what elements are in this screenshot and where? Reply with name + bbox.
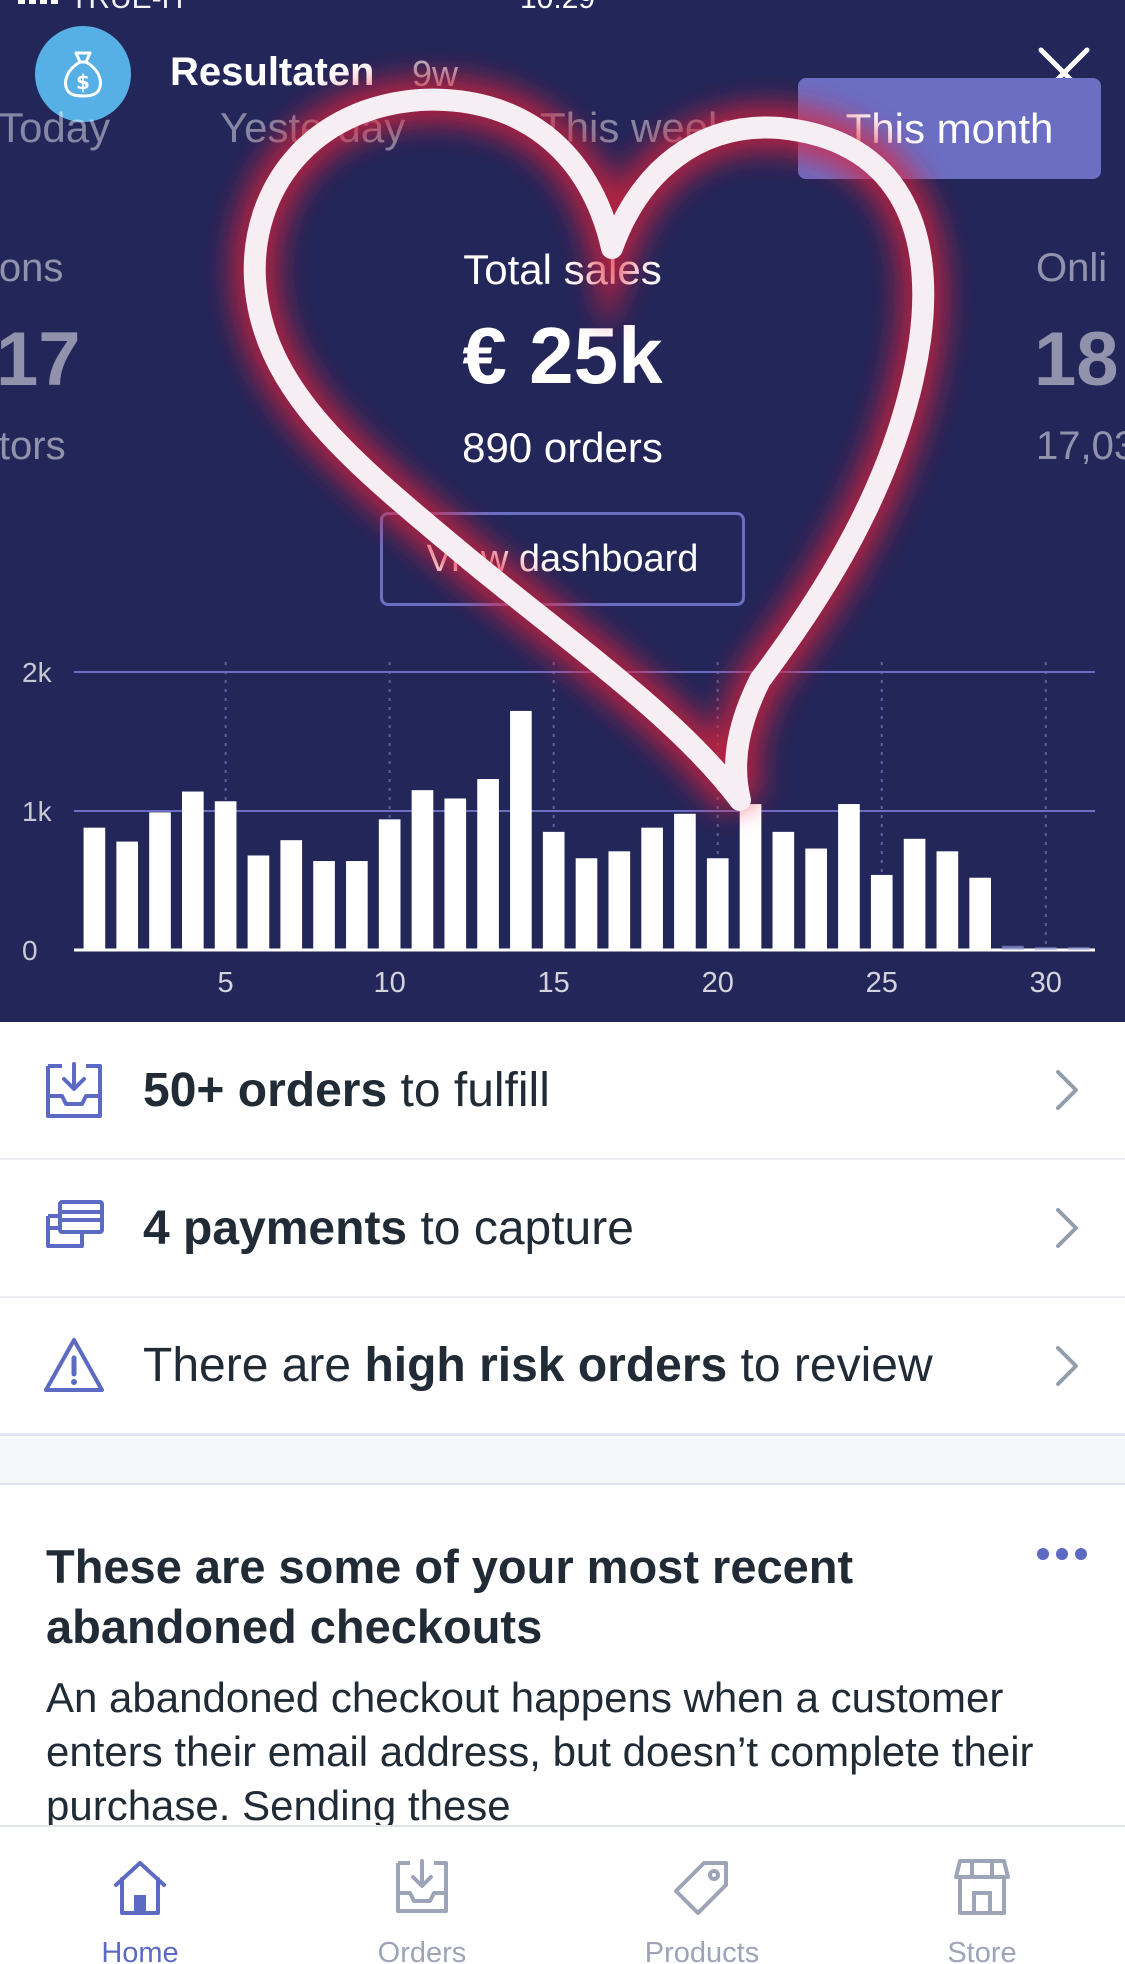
chart-bar — [936, 851, 959, 950]
payments-to-capture-row[interactable]: 4 payments to capture — [0, 1160, 1125, 1298]
chart-bar — [1067, 947, 1090, 951]
chart-bar — [411, 790, 434, 950]
story-panel: TRUE-H 10:29 $ Resultaten 9w Today Yeste… — [0, 0, 1125, 1022]
chevron-right-icon — [1056, 1070, 1078, 1110]
tab-today[interactable]: Today — [0, 104, 110, 152]
nav-home[interactable]: Home — [30, 1827, 250, 1964]
chart-x-tick-label: 10 — [374, 967, 406, 999]
chart-bar — [969, 877, 992, 950]
abandoned-checkouts-card: These are some of your most recent aband… — [0, 1487, 1125, 1827]
money-bag-icon: $ — [64, 51, 102, 98]
chart-bar — [83, 827, 106, 950]
tab-this-week[interactable]: This week — [540, 104, 729, 152]
chart-bar — [542, 831, 565, 950]
high-risk-orders-text: There are high risk orders to review — [143, 1339, 933, 1392]
section-divider — [0, 1439, 1125, 1485]
story-title: Resultaten — [170, 50, 375, 94]
chart-bar — [247, 855, 270, 950]
tab-yesterday[interactable]: Yesterday — [220, 104, 405, 152]
card-body: An abandoned checkout happens when a cus… — [46, 1674, 1034, 1827]
card-title: These are some of your most recent aband… — [46, 1540, 854, 1653]
chart-bar — [575, 858, 598, 950]
sales-bar-chart: 0 1k 2k 5 10 15 20 25 30 — [22, 657, 1095, 999]
orders-count: 890 orders — [462, 424, 663, 471]
bottom-navigation: Home Orders Products Store — [0, 1825, 1125, 1964]
chart-bar — [1034, 947, 1057, 951]
orders-to-fulfill-text: 50+ orders to fulfill — [143, 1063, 550, 1117]
nav-store[interactable]: Store — [872, 1827, 1092, 1964]
chart-bar — [444, 798, 467, 950]
home-icon — [114, 1861, 166, 1915]
chart-bar — [378, 819, 401, 950]
story-age: 9w — [412, 53, 459, 94]
inbox-download-icon — [46, 1062, 102, 1118]
store-icon — [954, 1859, 1010, 1915]
nav-home-label: Home — [101, 1937, 179, 1964]
orders-to-fulfill-row[interactable]: 50+ orders to fulfill — [0, 1022, 1125, 1160]
online-store-value: 18 — [1034, 317, 1119, 402]
nav-orders[interactable]: Orders — [312, 1827, 532, 1964]
chart-bar — [706, 858, 729, 950]
chart-bar — [903, 838, 926, 950]
chart-bar — [739, 804, 762, 950]
chart-y-tick-label: 1k — [22, 796, 53, 827]
signal-icon — [18, 0, 58, 4]
chart-bar — [805, 848, 827, 950]
chart-bar — [772, 831, 795, 950]
nav-products-label: Products — [644, 1937, 760, 1964]
chart-x-tick-label: 30 — [1030, 967, 1062, 999]
chart-bar — [608, 851, 631, 950]
nav-store-label: Store — [947, 1937, 1017, 1964]
chart-x-tick-label: 25 — [866, 967, 898, 999]
high-risk-orders-row[interactable]: There are high risk orders to review — [0, 1298, 1125, 1436]
warning-triangle-icon — [44, 1337, 104, 1392]
chart-bar — [116, 841, 139, 950]
chart-bar — [510, 710, 532, 950]
chart-bar — [214, 801, 237, 950]
chart-bar — [674, 813, 696, 950]
svg-text:$: $ — [76, 70, 90, 94]
chart-bar — [181, 791, 204, 950]
total-sales-value: € 25k — [462, 311, 663, 400]
tab-this-month[interactable]: This month — [798, 78, 1101, 179]
chart-bar — [838, 804, 860, 950]
online-store-sub: 17,03 — [1036, 424, 1125, 468]
payments-to-capture-text: 4 payments to capture — [143, 1201, 634, 1255]
chart-x-tick-label: 15 — [538, 967, 570, 999]
chevron-right-icon — [1056, 1345, 1078, 1386]
view-dashboard-button[interactable]: View dashboard — [380, 512, 745, 606]
total-sales-label: Total sales — [463, 246, 662, 293]
nav-orders-label: Orders — [377, 1937, 467, 1964]
chart-y-tick-label: 0 — [22, 935, 38, 966]
chart-bar — [313, 861, 335, 950]
chart-x-tick-label: 20 — [702, 967, 734, 999]
chart-y-tick-label: 2k — [22, 657, 53, 688]
chart-bar — [280, 840, 303, 950]
orders-icon — [396, 1859, 448, 1913]
status-bar: TRUE-H 10:29 — [0, 0, 1125, 18]
tag-icon — [674, 1861, 728, 1915]
chart-bar — [870, 874, 893, 950]
status-time: 10:29 — [520, 0, 595, 16]
chart-bar — [149, 812, 171, 950]
payment-cards-icon — [46, 1200, 104, 1248]
chart-bar — [1002, 945, 1024, 950]
chart-bar — [477, 779, 499, 950]
chart-x-tick-label: 5 — [218, 967, 234, 999]
chevron-right-icon — [1056, 1208, 1078, 1248]
nav-products[interactable]: Products — [592, 1827, 812, 1964]
chart-bar — [641, 827, 663, 950]
more-options-icon[interactable] — [1036, 1547, 1088, 1561]
carrier-name: TRUE-H — [70, 0, 183, 16]
online-store-label: Onli — [1036, 246, 1108, 290]
chart-bar — [346, 861, 368, 950]
